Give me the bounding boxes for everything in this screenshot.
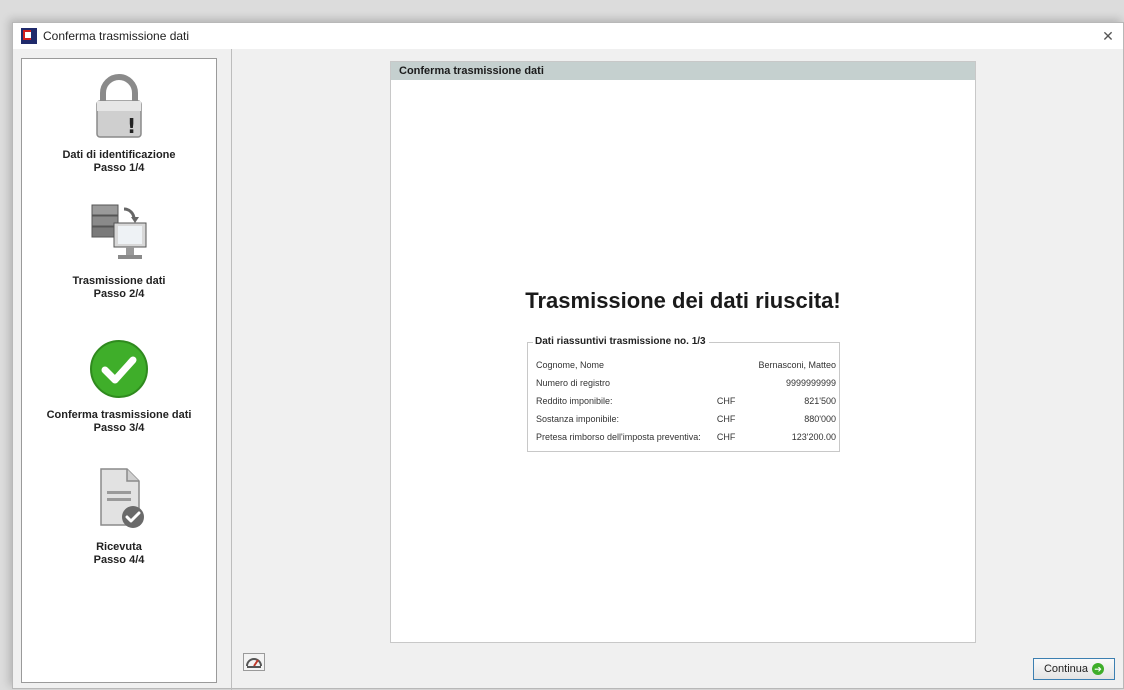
row-label: Pretesa rimborso dell'imposta preventiva… bbox=[536, 432, 701, 442]
row-value: 821'500 bbox=[804, 396, 836, 406]
table-row: Numero di registro 9999999999 bbox=[536, 374, 836, 392]
row-currency bbox=[717, 356, 751, 374]
close-icon[interactable]: ✕ bbox=[1097, 25, 1119, 47]
receipt-icon bbox=[100, 468, 144, 528]
table-row: Reddito imponibile: CHF 821'500 bbox=[536, 392, 836, 410]
arrow-right-icon: ➔ bbox=[1092, 663, 1105, 675]
gauge-icon bbox=[246, 658, 262, 668]
step-3: Conferma trasmissione dati Passo 3/4 bbox=[22, 337, 216, 435]
row-label: Cognome, Nome bbox=[536, 360, 605, 370]
svg-text:!: ! bbox=[127, 114, 136, 138]
row-value: 9999999999 bbox=[785, 378, 836, 388]
lock-warning-icon: ! bbox=[96, 74, 142, 138]
step-1-label: Dati di identificazione bbox=[62, 149, 176, 161]
continue-button[interactable]: Continua ➔ bbox=[1033, 658, 1115, 680]
step-2: Trasmissione dati Passo 2/4 bbox=[22, 197, 216, 301]
window-title: Conferma trasmissione dati bbox=[43, 29, 190, 43]
row-currency bbox=[717, 374, 751, 392]
row-value: 880'000 bbox=[804, 414, 836, 424]
panel-divider bbox=[231, 49, 232, 690]
step-3-sub: Passo 3/4 bbox=[93, 422, 145, 434]
step-1: ! Dati di identificazione Passo 1/4 bbox=[22, 71, 216, 175]
confirmation-panel: Conferma trasmissione dati Trasmissione … bbox=[390, 61, 976, 643]
step-4: Ricevuta Passo 4/4 bbox=[22, 463, 216, 567]
row-value: 123'200.00 bbox=[791, 432, 836, 442]
table-row: Pretesa rimborso dell'imposta preventiva… bbox=[536, 428, 836, 446]
step-4-sub: Passo 4/4 bbox=[93, 554, 145, 566]
row-currency: CHF bbox=[716, 414, 736, 424]
row-label: Sostanza imponibile: bbox=[536, 414, 620, 424]
step-1-sub: Passo 1/4 bbox=[93, 162, 145, 174]
dialog-window: Conferma trasmissione dati ✕ ! Dati di i… bbox=[12, 22, 1124, 690]
row-currency: CHF bbox=[716, 396, 736, 406]
steps-sidebar: ! Dati di identificazione Passo 1/4 Tras… bbox=[21, 58, 217, 683]
summary-box: Dati riassuntivi trasmissione no. 1/3 Co… bbox=[527, 336, 840, 452]
app-icon bbox=[21, 28, 37, 44]
row-label: Numero di registro bbox=[536, 378, 611, 388]
continue-label: Continua bbox=[1043, 663, 1089, 675]
summary-table: Cognome, Nome Bernasconi, Matteo Numero … bbox=[536, 356, 836, 446]
step-4-label: Ricevuta bbox=[96, 541, 142, 553]
panel-header: Conferma trasmissione dati bbox=[391, 62, 975, 80]
checkmark-icon bbox=[90, 340, 148, 398]
summary-title: Dati riassuntivi trasmissione no. 1/3 bbox=[533, 336, 709, 347]
step-3-label: Conferma trasmissione dati bbox=[46, 409, 192, 421]
table-row: Cognome, Nome Bernasconi, Matteo bbox=[536, 356, 836, 374]
table-row: Sostanza imponibile: CHF 880'000 bbox=[536, 410, 836, 428]
title-bar: Conferma trasmissione dati ✕ bbox=[13, 23, 1123, 49]
step-2-sub: Passo 2/4 bbox=[93, 288, 145, 300]
row-value: Bernasconi, Matteo bbox=[758, 360, 836, 370]
server-transfer-icon bbox=[91, 204, 147, 259]
step-2-label: Trasmissione dati bbox=[72, 275, 166, 287]
gauge-button[interactable] bbox=[243, 653, 265, 671]
row-currency: CHF bbox=[716, 432, 736, 442]
row-label: Reddito imponibile: bbox=[536, 396, 613, 406]
success-headline: Trasmissione dei dati riuscita! bbox=[525, 288, 841, 313]
